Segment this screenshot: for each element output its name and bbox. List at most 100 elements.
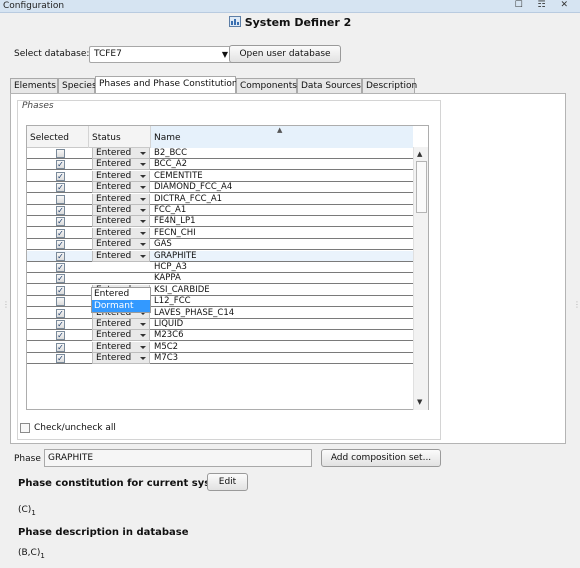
chevron-down-icon xyxy=(140,243,146,247)
table-row[interactable]: Entered DICTRA_FCC_A1 xyxy=(27,193,413,205)
database-select[interactable]: TCFE7 ▼ xyxy=(89,46,234,63)
edit-button[interactable]: Edit xyxy=(207,473,248,491)
row-checkbox[interactable]: ✓ xyxy=(56,240,65,250)
row-status-select[interactable]: Entered xyxy=(92,216,150,228)
row-status-value: Entered xyxy=(96,205,132,215)
check-all-label: Check/uncheck all xyxy=(34,423,116,433)
chevron-down-icon xyxy=(140,163,146,167)
tab-species[interactable]: Species xyxy=(58,78,97,94)
column-header-status[interactable]: Status xyxy=(89,126,151,148)
row-phase-name: DIAMOND_FCC_A4 xyxy=(154,182,233,193)
add-composition-set-button[interactable]: Add composition set... xyxy=(321,449,441,467)
row-status-select[interactable]: Entered xyxy=(92,193,150,205)
row-checkbox[interactable]: ✓ xyxy=(56,285,65,295)
phase-field-value: GRAPHITE xyxy=(48,453,94,463)
table-row[interactable]: ✓ Entered FECN_CHI xyxy=(27,227,413,239)
row-checkbox[interactable]: ✓ xyxy=(56,228,65,238)
row-status-select[interactable]: Entered xyxy=(92,159,150,171)
table-row[interactable]: ✓ Entered FE4N_LP1 xyxy=(27,216,413,228)
chevron-down-icon xyxy=(140,220,146,224)
scroll-up-icon[interactable]: ▲ xyxy=(417,150,422,158)
row-status-select[interactable]: Entered xyxy=(92,341,150,353)
row-status-select[interactable]: Entered xyxy=(92,205,150,216)
table-row[interactable]: EnteredL12_FCC xyxy=(27,296,413,308)
row-phase-name: L12_FCC xyxy=(154,296,191,307)
row-checkbox[interactable] xyxy=(56,194,65,204)
table-row[interactable]: ✓ Entered DIAMOND_FCC_A4 xyxy=(27,182,413,194)
row-checkbox[interactable]: ✓ xyxy=(56,160,65,170)
row-checkbox[interactable]: ✓ xyxy=(56,263,65,272)
table-row[interactable]: ✓ Entered M7C3 xyxy=(27,353,413,365)
row-checkbox[interactable]: ✓ xyxy=(56,354,65,364)
row-status-select[interactable]: Entered xyxy=(92,182,150,194)
column-header-selected[interactable]: Selected xyxy=(27,126,89,148)
row-status-value: Entered xyxy=(96,239,132,250)
row-status-select[interactable]: Entered xyxy=(92,148,150,159)
row-phase-name: CEMENTITE xyxy=(154,170,203,181)
row-phase-name: GRAPHITE xyxy=(154,250,197,261)
table-row[interactable]: ✓ Entered GRAPHITE xyxy=(27,250,413,262)
table-row[interactable]: Entered B2_BCC xyxy=(27,148,413,159)
table-row[interactable]: ✓ Entered M5C2 xyxy=(27,341,413,353)
table-row[interactable]: ✓EnteredLAVES_PHASE_C14 xyxy=(27,307,413,319)
table-row[interactable]: ✓ Entered CEMENTITE xyxy=(27,170,413,182)
row-checkbox[interactable]: ✓ xyxy=(56,217,65,227)
table-scrollbar[interactable]: ▲ ▼ xyxy=(413,147,428,410)
row-checkbox[interactable]: ✓ xyxy=(56,251,65,261)
status-option-entered[interactable]: Entered xyxy=(92,288,150,300)
tab-phases[interactable]: Phases and Phase Constitution xyxy=(95,76,238,94)
scroll-down-icon[interactable]: ▼ xyxy=(417,398,422,406)
row-status-select[interactable]: Entered xyxy=(92,239,150,251)
row-status-select[interactable]: Entered xyxy=(92,330,150,342)
app-title-text: System Definer 2 xyxy=(244,16,352,29)
row-status-select[interactable]: Entered xyxy=(92,170,150,182)
phase-field[interactable]: GRAPHITE xyxy=(44,449,312,467)
tab-data-sources[interactable]: Data Sources xyxy=(297,78,362,94)
open-user-database-button[interactable]: Open user database xyxy=(229,45,341,63)
row-status-select[interactable]: Entered xyxy=(92,319,150,330)
row-status-select[interactable]: Entered xyxy=(92,353,150,365)
table-row[interactable]: ✓ Entered GAS xyxy=(27,239,413,251)
table-row[interactable]: ✓ KAPPA xyxy=(27,273,413,285)
row-checkbox[interactable]: ✓ xyxy=(56,320,65,329)
chevron-down-icon xyxy=(140,231,146,235)
table-row[interactable]: ✓ HCP_A3 xyxy=(27,262,413,273)
table-row[interactable]: ✓ Entered LIQUID xyxy=(27,319,413,330)
table-row[interactable]: ✓EnteredKSI_CARBIDE xyxy=(27,284,413,296)
column-header-name[interactable]: ▲ Name xyxy=(151,126,413,148)
row-status-value: Entered xyxy=(96,341,132,352)
row-checkbox[interactable]: ✓ xyxy=(56,342,65,352)
row-checkbox[interactable]: ✓ xyxy=(56,274,65,284)
constitution-formula-subscript: 1 xyxy=(31,508,36,517)
table-row[interactable]: ✓ Entered BCC_A2 xyxy=(27,159,413,171)
left-resize-grip[interactable]: ⋮ xyxy=(2,300,10,309)
right-resize-grip[interactable]: ⋮ xyxy=(573,300,580,309)
database-label: Select database: xyxy=(14,49,90,59)
row-status-value: Entered xyxy=(96,227,132,238)
row-status-select[interactable]: Entered xyxy=(92,227,150,239)
table-row[interactable]: ✓ Entered M23C6 xyxy=(27,330,413,342)
table-row[interactable]: ✓ Entered FCC_A1 xyxy=(27,205,413,216)
row-status-value: Entered xyxy=(96,250,132,261)
window-titlebar: Configuration ☐ ☶ ✕ xyxy=(0,0,580,13)
row-checkbox[interactable] xyxy=(56,297,65,307)
description-formula-text: (B,C) xyxy=(18,548,41,558)
row-phase-name: FE4N_LP1 xyxy=(154,216,196,227)
phases-legend: Phases xyxy=(20,101,56,111)
row-status-value: Entered xyxy=(96,170,132,181)
row-checkbox[interactable]: ✓ xyxy=(56,308,65,318)
row-status-select[interactable]: Entered xyxy=(92,250,150,262)
row-checkbox[interactable]: ✓ xyxy=(56,183,65,193)
row-checkbox[interactable]: ✓ xyxy=(56,331,65,341)
checkbox-icon xyxy=(20,423,30,433)
tab-description[interactable]: Description xyxy=(362,78,417,94)
chevron-down-icon xyxy=(140,209,146,212)
scrollbar-thumb[interactable] xyxy=(416,161,427,213)
row-checkbox[interactable]: ✓ xyxy=(56,206,65,215)
row-checkbox[interactable] xyxy=(56,149,65,158)
tab-elements[interactable]: Elements xyxy=(10,78,58,94)
window-controls[interactable]: ☐ ☶ ✕ xyxy=(515,0,574,10)
row-checkbox[interactable]: ✓ xyxy=(56,171,65,181)
tab-components[interactable]: Components xyxy=(236,78,297,94)
status-option-dormant[interactable]: Dormant xyxy=(92,300,150,312)
